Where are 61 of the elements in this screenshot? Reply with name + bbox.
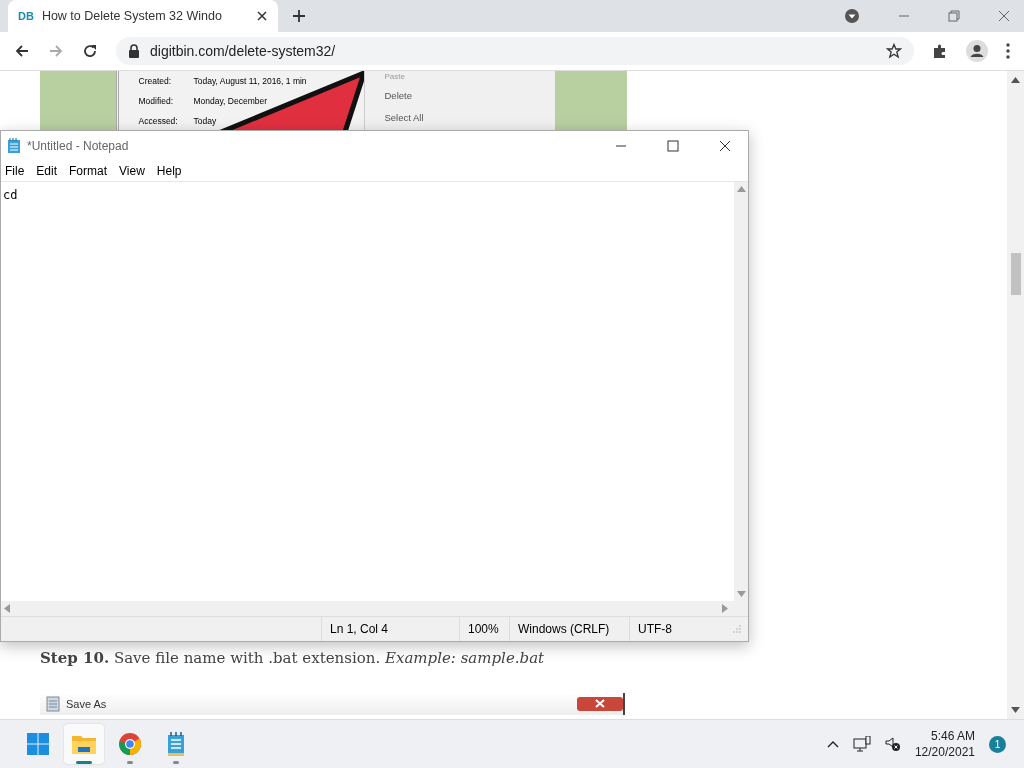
notification-badge[interactable]: 1	[989, 735, 1006, 753]
url-text: digitbin.com/delete-system32/	[150, 43, 336, 59]
scrollbar-thumb[interactable]	[1010, 253, 1021, 295]
plus-icon[interactable]	[292, 9, 306, 23]
chevron-up-icon[interactable]	[826, 740, 839, 748]
scroll-right-icon[interactable]	[722, 604, 728, 613]
menu-item[interactable]: Edit	[36, 164, 58, 178]
property-label: Modified:	[138, 96, 174, 106]
clock-date[interactable]: 12/20/2021	[914, 745, 975, 759]
scroll-down-icon[interactable]	[1011, 707, 1020, 713]
lock-icon	[128, 44, 140, 58]
maximize-icon[interactable]	[667, 140, 679, 152]
reload-icon[interactable]	[82, 43, 98, 59]
text-area[interactable]: cd	[1, 182, 734, 601]
dialog-title: Save As	[66, 698, 107, 710]
document-icon	[46, 696, 60, 712]
menu-item[interactable]: Help	[156, 164, 182, 178]
restore-icon[interactable]	[948, 10, 960, 22]
browser-icon	[119, 733, 141, 755]
resize-grip-icon[interactable]	[733, 625, 741, 633]
step-text: Step 10. Save file name with .bat extension. Example: sample.bat	[40, 649, 546, 667]
browser-tab[interactable]: DB How to Delete System 32 Windo	[8, 0, 278, 32]
puzzle-icon[interactable]	[932, 43, 948, 59]
tab-title: How to Delete System 32 Windo	[41, 9, 223, 23]
scrollbar[interactable]	[1007, 71, 1024, 719]
windows-logo-icon	[27, 733, 49, 755]
window-title: *Untitled - Notepad	[27, 139, 129, 153]
dropdown-icon[interactable]	[844, 8, 860, 24]
status-field: 100%	[459, 617, 509, 641]
property-value: Monday, December	[193, 96, 268, 106]
profile-icon[interactable]	[966, 40, 988, 62]
property-label: Accessed:	[138, 116, 179, 126]
forward-icon[interactable]	[48, 43, 64, 59]
menu-item[interactable]: File	[5, 164, 25, 178]
notepad-icon	[7, 138, 21, 154]
address-bar[interactable]: digitbin.com/delete-system32/	[116, 37, 914, 65]
status-field: Windows (CRLF)	[509, 617, 629, 641]
close-icon	[577, 697, 623, 711]
star-icon[interactable]	[886, 43, 902, 59]
status-field: Ln 1, Col 4	[321, 617, 459, 641]
status-field: UTF-8	[629, 617, 729, 641]
scrollbar[interactable]	[1, 601, 748, 616]
scroll-left-icon[interactable]	[4, 604, 10, 613]
notepad-icon	[167, 732, 185, 756]
property-value: Today	[193, 116, 217, 126]
close-icon[interactable]	[719, 140, 731, 152]
document-text: cd	[3, 188, 18, 202]
more-icon[interactable]	[1006, 43, 1010, 59]
folder-icon	[72, 734, 96, 754]
site-logo: DB	[18, 10, 34, 22]
menu-item[interactable]: Format	[69, 164, 108, 178]
property-label: Created:	[138, 76, 173, 86]
scroll-up-icon[interactable]	[1011, 77, 1020, 83]
back-icon[interactable]	[14, 43, 30, 59]
network-icon[interactable]	[852, 736, 871, 752]
close-icon[interactable]	[256, 10, 268, 22]
property-value: Today, August 11, 2016, 1 min	[193, 76, 307, 86]
taskbar-app[interactable]	[64, 724, 104, 764]
speaker-muted-icon[interactable]	[884, 736, 901, 752]
clock-time[interactable]: 5:46 AM	[930, 729, 975, 743]
menu-item[interactable]: View	[119, 164, 145, 178]
